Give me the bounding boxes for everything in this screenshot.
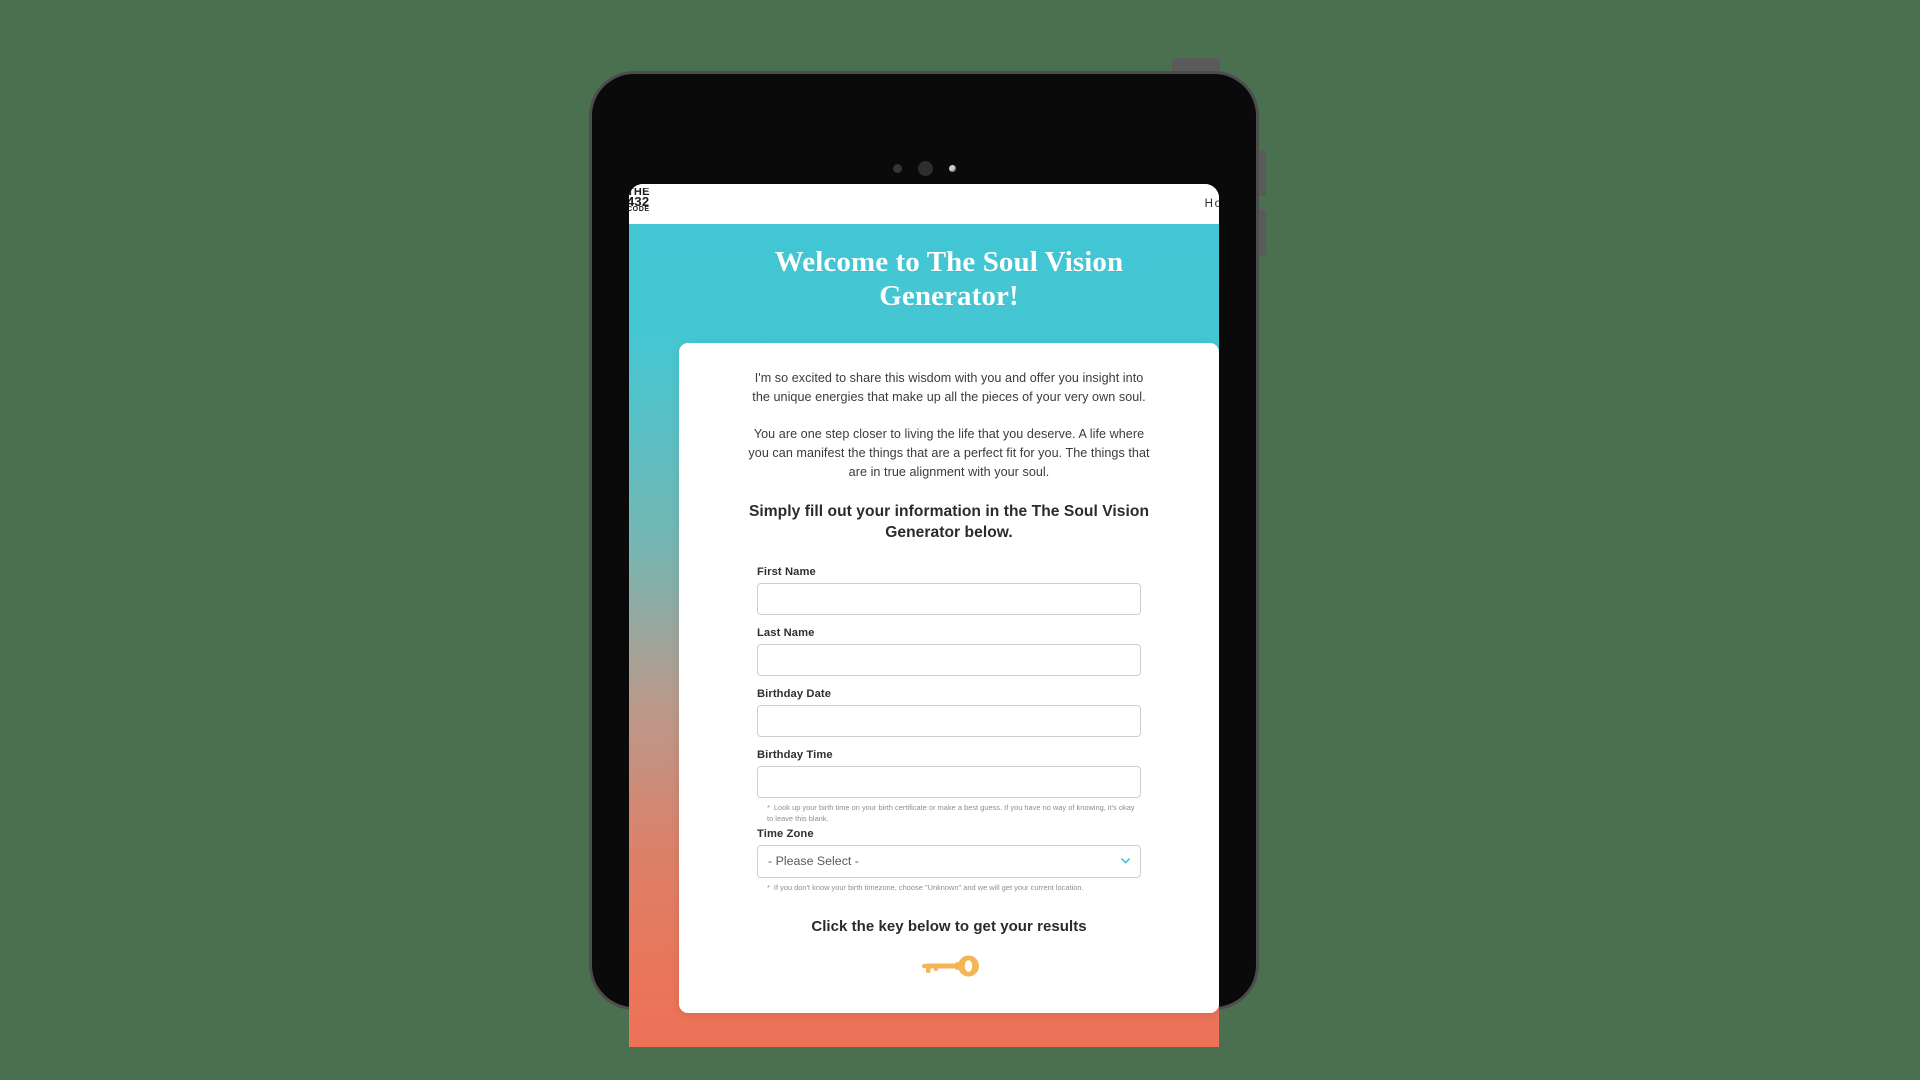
last-name-input[interactable] — [757, 643, 1141, 676]
camera-lens-icon — [948, 164, 956, 172]
time-zone-select[interactable]: - Please Select - — [757, 845, 1141, 879]
speaker-dot-icon — [917, 160, 933, 176]
field-first-name: First Name — [757, 566, 1141, 615]
birthday-time-hint: * Look up your birth time on your birth c… — [767, 803, 1141, 824]
sensor-cluster — [592, 160, 1256, 176]
soul-vision-form: First Name Last Name Birthday Date Birth… — [745, 566, 1153, 894]
field-last-name: Last Name — [757, 627, 1141, 676]
device-mockup-stage: THE 432 CODE Home Dashb Welcome to The S… — [0, 0, 1920, 1080]
logo-the-432-code[interactable]: THE 432 CODE — [629, 188, 657, 212]
tablet-device-frame: THE 432 CODE Home Dashb Welcome to The S… — [592, 74, 1256, 1047]
volume-up-button[interactable] — [1256, 150, 1266, 196]
hero-section: Welcome to The Soul Vision Generator! — [629, 224, 1219, 343]
label-last-name: Last Name — [757, 626, 815, 639]
device-screen: THE 432 CODE Home Dashb Welcome to The S… — [629, 184, 1219, 1047]
birthday-time-hint-text: Look up your birth time on your birth ce… — [767, 802, 1135, 823]
field-time-zone: Time Zone - Please Select - * If you don'… — [757, 828, 1141, 894]
power-button[interactable] — [1172, 58, 1220, 72]
form-subheading: Simply fill out your information in the … — [748, 502, 1150, 542]
intro-paragraph-1: I'm so excited to share this wisdom with… — [752, 371, 1146, 405]
page-title: Welcome to The Soul Vision Generator! — [774, 246, 1124, 312]
label-time-zone: Time Zone — [757, 828, 814, 841]
intro-paragraph-2: You are one step closer to living the li… — [748, 426, 1150, 479]
field-birthday-time: Birthday Time * Look up your birth time o… — [757, 749, 1141, 824]
hint-asterisk: * — [767, 883, 770, 893]
logo-line-code: CODE — [629, 205, 650, 213]
key-icon — [922, 955, 979, 977]
label-first-name: First Name — [757, 565, 816, 578]
content-card: I'm so excited to share this wisdom with… — [679, 343, 1219, 1013]
cta-heading: Click the key below to get your results — [811, 917, 1087, 935]
label-birthday-time: Birthday Time — [757, 748, 833, 761]
nav-link-home[interactable]: Home — [1205, 198, 1219, 210]
birthday-date-input[interactable] — [757, 704, 1141, 737]
time-zone-hint: * If you don't know your birth timezone, … — [767, 883, 1141, 894]
birthday-time-input[interactable] — [757, 765, 1141, 798]
first-name-input[interactable] — [757, 582, 1141, 615]
field-birthday-date: Birthday Date — [757, 688, 1141, 737]
time-zone-hint-text: If you don't know your birth timezone, c… — [773, 883, 1084, 893]
submit-key-button[interactable] — [745, 953, 1153, 979]
sensor-dot-icon — [892, 163, 902, 173]
hint-asterisk: * — [767, 802, 770, 812]
site-navbar: THE 432 CODE Home Dashb — [629, 184, 1219, 224]
navbar-links: Home Dashb — [1205, 184, 1219, 224]
web-page: THE 432 CODE Home Dashb Welcome to The S… — [629, 184, 1219, 1047]
label-birthday-date: Birthday Date — [757, 687, 832, 700]
volume-down-button[interactable] — [1256, 210, 1266, 256]
time-zone-select-wrapper: - Please Select - — [757, 845, 1141, 879]
